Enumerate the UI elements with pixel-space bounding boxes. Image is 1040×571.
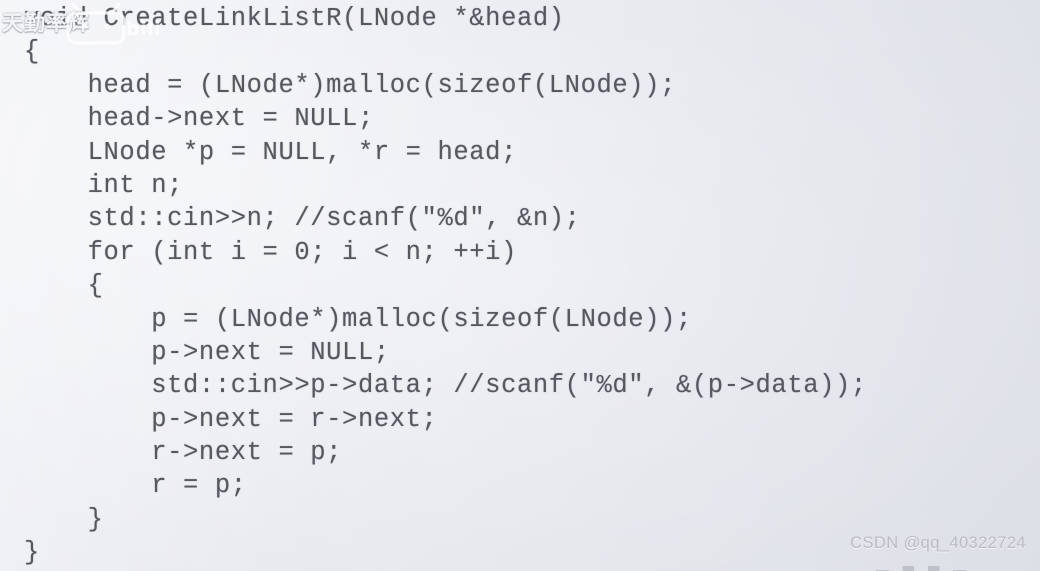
code-line: head = (LNode*)malloc(sizeof(LNode));: [24, 70, 677, 100]
code-line: std::cin>>n; //scanf("%d", &n);: [24, 204, 581, 234]
code-line: }: [24, 538, 40, 568]
code-line: int n;: [24, 170, 184, 200]
code-line: for (int i = 0; i < n; ++i): [24, 237, 517, 267]
code-line: head->next = NULL;: [24, 104, 374, 134]
code-line: }: [24, 504, 104, 534]
code-line: p->next = r->next;: [24, 404, 438, 434]
code-line: {: [24, 271, 104, 301]
code-line: r->next = p;: [24, 438, 343, 468]
code-slide: void CreateLinkListR(LNode *&head) { head…: [0, 0, 1040, 571]
source-code-block: void CreateLinkListR(LNode *&head) { head…: [0, 0, 1040, 570]
code-line: std::cin>>p->data; //scanf("%d", &(p->da…: [24, 371, 867, 401]
code-line: p->next = NULL;: [24, 337, 390, 367]
code-line: LNode *p = NULL, *r = head;: [24, 137, 517, 167]
code-line: p = (LNode*)malloc(sizeof(LNode));: [24, 304, 692, 334]
code-line: void CreateLinkListR(LNode *&head): [24, 4, 565, 33]
code-line: r = p;: [24, 471, 247, 501]
code-line: {: [24, 37, 40, 67]
